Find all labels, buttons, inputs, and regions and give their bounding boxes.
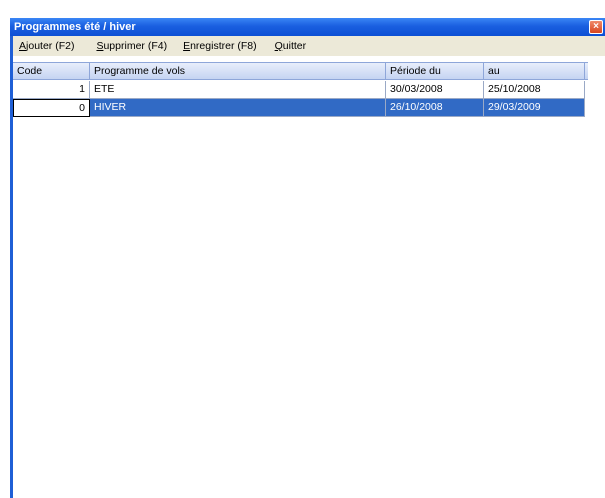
cell-periode-du[interactable]: 26/10/2008 bbox=[386, 99, 484, 117]
cell-periode-du[interactable]: 30/03/2008 bbox=[386, 81, 484, 99]
table-row[interactable]: 1 ETE 30/03/2008 25/10/2008 bbox=[13, 81, 588, 99]
menu-supprimer[interactable]: Supprimer (F4) bbox=[90, 40, 173, 52]
title-bar[interactable]: Programmes été / hiver × bbox=[10, 18, 605, 36]
cell-code[interactable]: 1 bbox=[13, 81, 90, 99]
cell-programme[interactable]: HIVER bbox=[90, 99, 386, 117]
table-row-selected[interactable]: 0 HIVER 26/10/2008 29/03/2009 bbox=[13, 99, 588, 117]
grid-header: Code Programme de vols Période du au bbox=[13, 62, 588, 80]
menu-enregistrer[interactable]: Enregistrer (F8) bbox=[177, 40, 263, 52]
column-header-au[interactable]: au bbox=[484, 63, 585, 80]
window-title: Programmes été / hiver bbox=[14, 21, 136, 33]
menu-ajouter[interactable]: Ajouter (F2) bbox=[13, 40, 80, 52]
column-header-code[interactable]: Code bbox=[13, 63, 90, 80]
menu-bar: Ajouter (F2) Supprimer (F4) Enregistrer … bbox=[13, 36, 605, 56]
cell-au[interactable]: 25/10/2008 bbox=[484, 81, 585, 99]
close-icon[interactable]: × bbox=[589, 20, 603, 34]
cell-code-editing[interactable]: 0 bbox=[13, 99, 90, 117]
column-header-periode-du[interactable]: Période du bbox=[386, 63, 484, 80]
cell-programme[interactable]: ETE bbox=[90, 81, 386, 99]
column-header-programme[interactable]: Programme de vols bbox=[90, 63, 386, 80]
menu-quitter[interactable]: Quitter bbox=[269, 40, 313, 52]
cell-au[interactable]: 29/03/2009 bbox=[484, 99, 585, 117]
